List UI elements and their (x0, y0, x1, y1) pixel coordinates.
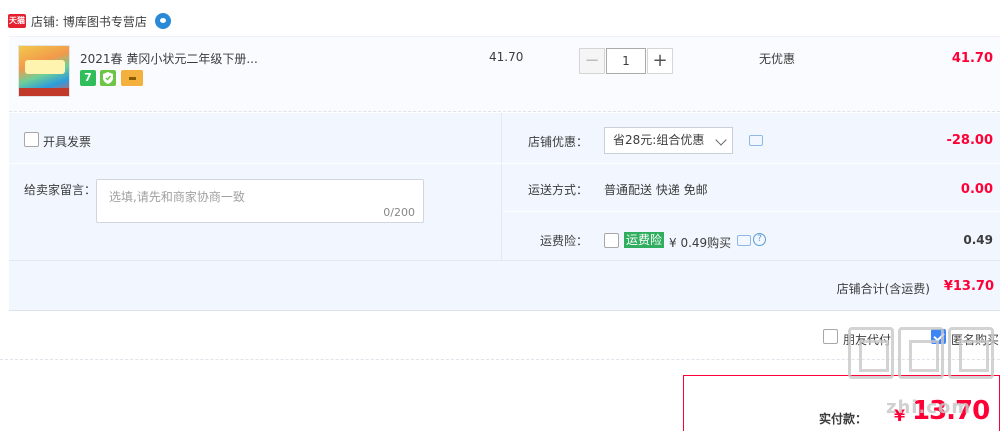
shipping-method: 普通配送 快递 免邮 (604, 183, 708, 197)
shop-discount-select[interactable]: 省28元:组合优惠 (604, 127, 733, 154)
item-discount: 无优惠 (759, 52, 796, 66)
shop-discount-label: 店铺优惠： (527, 135, 588, 149)
item-thumbnail[interactable] (18, 45, 70, 97)
comment-icon[interactable] (737, 235, 751, 246)
help-icon[interactable]: ? (753, 233, 766, 246)
shipping-amount: 0.00 (960, 182, 993, 197)
payment-summary-box: 实付款： ¥ 13.70 (683, 375, 1000, 431)
item-title-link[interactable]: 2021春 黄冈小状元二年级下册... (80, 50, 258, 67)
shield-icon[interactable] (100, 70, 116, 86)
insurance-amount: 0.49 (963, 233, 993, 247)
message-placeholder: 选填,请先和商家协商一致 (109, 190, 245, 204)
seller-message-input[interactable]: 选填,请先和商家协商一致 0/200 (96, 179, 424, 223)
shop-header: 天猫 店铺: 博库图书专营店 (0, 0, 1000, 36)
anonymous-purchase-label[interactable]: 匿名购买 (951, 331, 999, 348)
7-day-return-icon[interactable]: 7 (80, 70, 96, 86)
insurance-label: 运费险： (539, 234, 588, 248)
shop-name-link[interactable]: 店铺: 博库图书专营店 (31, 13, 147, 30)
order-item-row: 2021春 黄冈小状元二年级下册... 7 41.70 − 1 + 无优惠 41… (9, 36, 1000, 112)
shop-discount-selected: 省28元:组合优惠 (613, 133, 705, 147)
message-label: 给卖家留言： (24, 183, 97, 197)
insurance-tag: 运费险 (624, 232, 665, 248)
shipping-label: 运送方式： (527, 183, 588, 197)
comment-icon[interactable] (749, 135, 763, 146)
shop-discount-amount: -28.00 (946, 133, 993, 148)
anonymous-purchase-checkbox[interactable] (931, 329, 946, 344)
payment-amount: 13.70 (912, 396, 990, 426)
credit-card-icon[interactable] (121, 70, 143, 86)
shipping-row: 运送方式： 普通配送 快递 免邮 0.00 (503, 164, 1000, 212)
purchase-options-row: 朋友代付 匿名购买 (0, 312, 1000, 360)
currency-symbol: ¥ (894, 406, 906, 425)
quantity-increase-button[interactable]: + (647, 48, 673, 74)
shop-total-row: 店铺合计(含运费) ¥13.70 (9, 260, 1000, 311)
unit-price: 41.70 (489, 50, 524, 64)
order-options-panel: 开具发票 给卖家留言： 选填,请先和商家协商一致 0/200 店铺优惠： 省28… (9, 113, 1000, 311)
left-options: 开具发票 给卖家留言： 选填,请先和商家协商一致 0/200 (9, 113, 502, 260)
shop-total-label: 店铺合计(含运费) (836, 282, 930, 296)
insurance-price: ¥ 0.49购买 (669, 236, 732, 250)
tmall-logo-icon: 天猫 (8, 14, 26, 28)
shop-total-value: ¥13.70 (943, 279, 994, 294)
insurance-checkbox[interactable] (604, 233, 619, 248)
invoice-checkbox[interactable] (24, 132, 39, 147)
friend-pay-checkbox[interactable] (823, 329, 838, 344)
quantity-input[interactable]: 1 (606, 48, 646, 74)
item-subtotal: 41.70 (951, 51, 993, 66)
insurance-row: 运费险： 运费险 ¥ 0.49购买 ? 0.49 (503, 212, 1000, 260)
chevron-down-icon (715, 134, 727, 146)
message-char-count: 0/200 (383, 206, 415, 219)
invoice-label[interactable]: 开具发票 (43, 133, 91, 150)
quantity-decrease-button[interactable]: − (579, 48, 605, 74)
friend-pay-label[interactable]: 朋友代付 (843, 331, 891, 348)
invoice-row: 开具发票 (9, 113, 502, 164)
shop-discount-row: 店铺优惠： 省28元:组合优惠 -28.00 (503, 113, 1000, 164)
wangwang-chat-icon[interactable] (155, 13, 171, 29)
payment-label: 实付款： (819, 412, 868, 426)
